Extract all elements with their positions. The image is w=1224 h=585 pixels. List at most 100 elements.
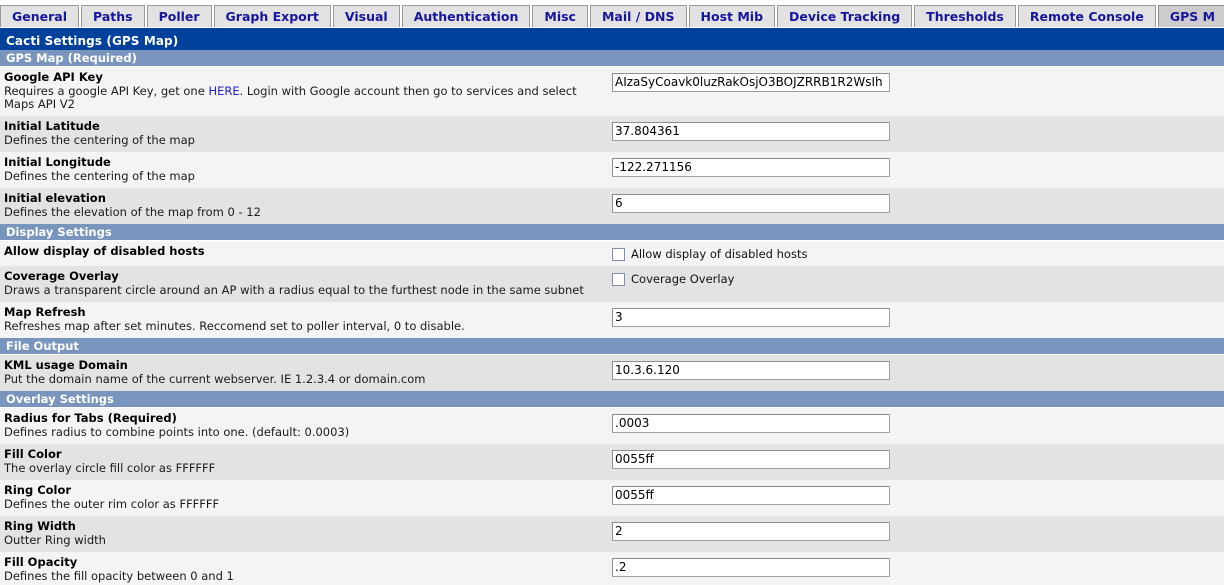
input-initial-latitude[interactable] bbox=[612, 121, 890, 141]
tab-remote-console[interactable]: Remote Console bbox=[1017, 5, 1156, 27]
settings-row: Google API Key Requires a google API Key,… bbox=[0, 66, 1224, 116]
tab-gps-m[interactable]: GPS M bbox=[1157, 5, 1224, 27]
settings-tab-bar: General Paths Poller Graph Export Visual Auth… bbox=[0, 0, 1224, 28]
setting-field-cell: Allow display of disabled hosts bbox=[612, 240, 1224, 266]
setting-description: Defines the centering of the map bbox=[4, 169, 195, 183]
settings-row: Ring Width Outter Ring width bbox=[0, 516, 1224, 552]
settings-row: Fill Opacity Defines the fill opacity bet… bbox=[0, 552, 1224, 585]
setting-description: Draws a transparent circle around an AP … bbox=[4, 283, 584, 297]
setting-label-cell: Ring Color Defines the outer rim color as… bbox=[0, 480, 612, 516]
input-map-refresh[interactable] bbox=[612, 307, 890, 327]
section-header-row: Overlay Settings bbox=[0, 391, 1224, 408]
setting-field-cell bbox=[612, 66, 1224, 116]
section-header-label: Display Settings bbox=[0, 224, 1224, 241]
setting-label: Initial Longitude bbox=[4, 155, 111, 169]
tab-host-mib[interactable]: Host Mib bbox=[688, 5, 776, 27]
setting-label-cell: Map Refresh Refreshes map after set minut… bbox=[0, 302, 612, 338]
input-google-api-key[interactable] bbox=[612, 72, 890, 92]
setting-label: KML usage Domain bbox=[4, 358, 128, 372]
tab-visual[interactable]: Visual bbox=[332, 5, 400, 27]
setting-description: Refreshes map after set minutes. Reccome… bbox=[4, 319, 465, 333]
setting-label-cell: Initial Longitude Defines the centering o… bbox=[0, 152, 612, 188]
setting-description: Defines the elevation of the map from 0 … bbox=[4, 205, 261, 219]
setting-field-cell bbox=[612, 152, 1224, 188]
setting-label: Ring Color bbox=[4, 483, 72, 497]
setting-field-cell: Coverage Overlay bbox=[612, 266, 1224, 302]
input-ring-color[interactable] bbox=[612, 485, 890, 505]
input-fill-color[interactable] bbox=[612, 449, 890, 469]
settings-row: KML usage Domain Put the domain name of t… bbox=[0, 354, 1224, 391]
setting-description: The overlay circle fill color as FFFFFF bbox=[4, 461, 216, 475]
tab-mail-dns[interactable]: Mail / DNS bbox=[589, 5, 687, 27]
setting-label: Allow display of disabled hosts bbox=[4, 244, 205, 258]
setting-label-cell: KML usage Domain Put the domain name of t… bbox=[0, 354, 612, 391]
settings-row: Coverage Overlay Draws a transparent circ… bbox=[0, 266, 1224, 302]
tab-poller[interactable]: Poller bbox=[146, 5, 212, 27]
setting-field-cell bbox=[612, 552, 1224, 585]
tab-general[interactable]: General bbox=[0, 5, 79, 27]
section-header-label: GPS Map (Required) bbox=[0, 50, 1224, 67]
tab-device-tracking[interactable]: Device Tracking bbox=[777, 5, 913, 27]
input-fill-opacity[interactable] bbox=[612, 557, 890, 577]
section-header-label: Overlay Settings bbox=[0, 391, 1224, 408]
setting-field-cell bbox=[612, 188, 1224, 224]
setting-label-cell: Fill Opacity Defines the fill opacity bet… bbox=[0, 552, 612, 585]
section-header-row: GPS Map (Required) bbox=[0, 50, 1224, 67]
settings-row: Initial Longitude Defines the centering o… bbox=[0, 152, 1224, 188]
tab-thresholds[interactable]: Thresholds bbox=[914, 5, 1016, 27]
checkbox-coverage-overlay[interactable] bbox=[612, 272, 625, 286]
tab-graph-export[interactable]: Graph Export bbox=[213, 5, 331, 27]
checkbox-label: Allow display of disabled hosts bbox=[631, 247, 808, 261]
setting-field-cell bbox=[612, 407, 1224, 444]
api-key-here-link[interactable]: HERE bbox=[208, 84, 239, 98]
settings-row: Initial Latitude Defines the centering of… bbox=[0, 116, 1224, 152]
setting-field-cell bbox=[612, 116, 1224, 152]
setting-description-prefix: Requires a google API Key, get one bbox=[4, 84, 209, 98]
setting-label: Radius for Tabs (Required) bbox=[4, 411, 177, 425]
page-title: Cacti Settings (GPS Map) bbox=[0, 33, 1224, 50]
setting-label-cell: Initial Latitude Defines the centering of… bbox=[0, 116, 612, 152]
setting-field-cell bbox=[612, 354, 1224, 391]
setting-label: Google API Key bbox=[4, 70, 103, 84]
input-initial-elevation[interactable] bbox=[612, 193, 890, 213]
setting-label-cell: Coverage Overlay Draws a transparent circ… bbox=[0, 266, 612, 302]
section-header-row: Display Settings bbox=[0, 224, 1224, 241]
checkbox-row[interactable]: Allow display of disabled hosts bbox=[612, 245, 1224, 261]
settings-row: Initial elevation Defines the elevation o… bbox=[0, 188, 1224, 224]
settings-row: Allow display of disabled hosts Allow dis… bbox=[0, 240, 1224, 266]
tab-paths[interactable]: Paths bbox=[81, 5, 145, 27]
setting-label: Initial Latitude bbox=[4, 119, 100, 133]
setting-description: Outter Ring width bbox=[4, 533, 106, 547]
checkbox-row[interactable]: Coverage Overlay bbox=[612, 270, 1224, 286]
setting-field-cell bbox=[612, 444, 1224, 480]
setting-label: Ring Width bbox=[4, 519, 76, 533]
settings-page: General Paths Poller Graph Export Visual Auth… bbox=[0, 0, 1224, 585]
setting-label: Map Refresh bbox=[4, 305, 86, 319]
setting-description: Defines radius to combine points into on… bbox=[4, 425, 350, 439]
setting-label: Fill Color bbox=[4, 447, 62, 461]
setting-description: Requires a google API Key, get one HERE.… bbox=[4, 85, 606, 111]
checkbox-allow-display-of-disabled-hosts[interactable] bbox=[612, 247, 625, 261]
checkbox-label: Coverage Overlay bbox=[631, 272, 735, 286]
input-radius-for-tabs-required[interactable] bbox=[612, 413, 890, 433]
settings-row: Ring Color Defines the outer rim color as… bbox=[0, 480, 1224, 516]
section-header-label: File Output bbox=[0, 338, 1224, 355]
input-kml-usage-domain[interactable] bbox=[612, 360, 890, 380]
input-ring-width[interactable] bbox=[612, 521, 890, 541]
setting-description: Defines the fill opacity between 0 and 1 bbox=[4, 569, 234, 583]
setting-description: Defines the centering of the map bbox=[4, 133, 195, 147]
setting-field-cell bbox=[612, 516, 1224, 552]
setting-label-cell: Radius for Tabs (Required) Defines radius… bbox=[0, 407, 612, 444]
setting-field-cell bbox=[612, 480, 1224, 516]
settings-row: Fill Color The overlay circle fill color … bbox=[0, 444, 1224, 480]
setting-label-cell: Google API Key Requires a google API Key,… bbox=[0, 66, 612, 116]
setting-label-cell: Fill Color The overlay circle fill color … bbox=[0, 444, 612, 480]
input-initial-longitude[interactable] bbox=[612, 157, 890, 177]
tab-authentication[interactable]: Authentication bbox=[401, 5, 531, 27]
settings-row: Map Refresh Refreshes map after set minut… bbox=[0, 302, 1224, 338]
tab-misc[interactable]: Misc bbox=[532, 5, 588, 27]
setting-label-cell: Allow display of disabled hosts bbox=[0, 240, 612, 266]
settings-table: GPS Map (Required) Google API Key Requires… bbox=[0, 50, 1224, 585]
section-header-row: File Output bbox=[0, 338, 1224, 355]
setting-field-cell bbox=[612, 302, 1224, 338]
